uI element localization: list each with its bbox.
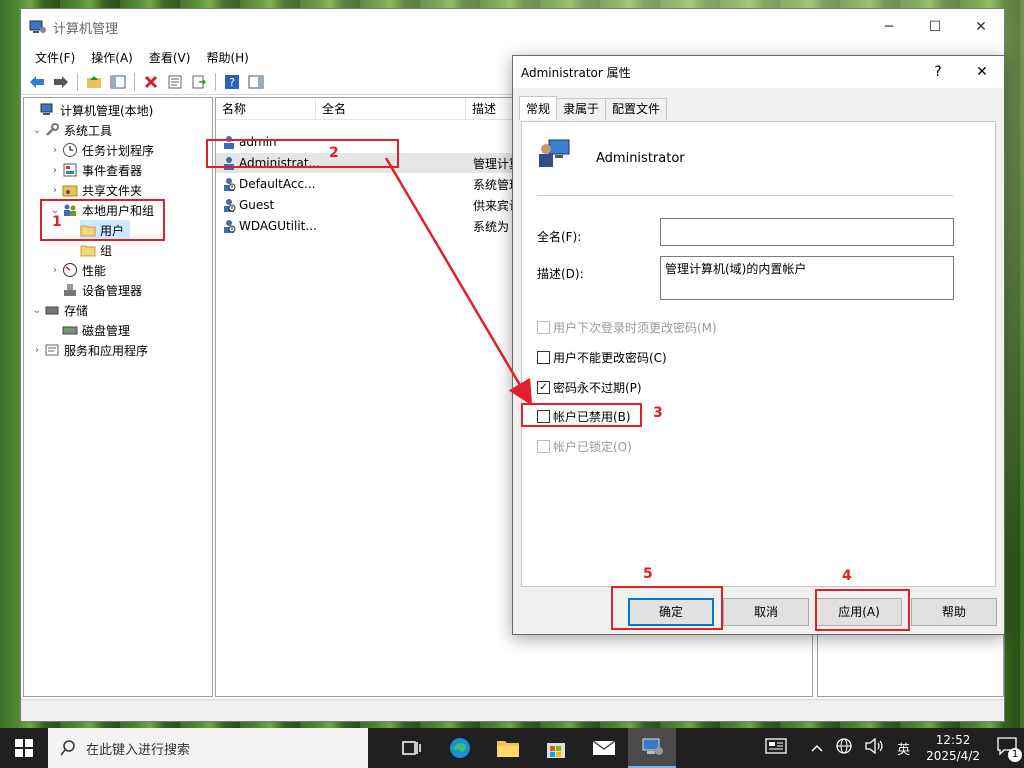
file-explorer-icon [497, 741, 519, 757]
system-tray: 英 12:52 2025/4/2 1 [759, 728, 1024, 768]
notification-center-icon[interactable]: 1 [990, 736, 1024, 762]
clock[interactable]: 12:52 2025/4/2 [916, 732, 990, 764]
task-view-icon [402, 741, 421, 755]
tablet-icon[interactable] [759, 738, 793, 758]
chevron-up-icon[interactable] [793, 741, 829, 756]
computer-management-icon [642, 738, 663, 755]
notification-badge: 1 [1008, 748, 1022, 762]
taskbar-search[interactable]: 在此键入进行搜索 [48, 728, 368, 768]
volume-icon[interactable] [859, 737, 891, 758]
mail-icon [592, 740, 616, 755]
store-icon [547, 743, 565, 758]
edge-icon [450, 738, 470, 758]
start-button[interactable] [0, 728, 48, 768]
clock-date: 2025/4/2 [926, 749, 980, 763]
network-globe-icon[interactable] [829, 737, 859, 759]
taskbar-app-mail[interactable] [580, 728, 628, 768]
windows-logo-icon [15, 739, 33, 757]
taskbar-app-edge[interactable] [436, 728, 484, 768]
search-icon [60, 740, 75, 756]
taskbar-app-file-explorer[interactable] [484, 728, 532, 768]
task-view-button[interactable] [388, 728, 436, 768]
taskbar-app-store[interactable] [532, 728, 580, 768]
taskbar-app-computer-management[interactable] [628, 728, 676, 768]
search-placeholder: 在此键入进行搜索 [86, 742, 191, 758]
taskbar: 在此键入进行搜索 英 12:52 2025/4/2 1 [0, 728, 1024, 768]
annotation-arrow [384, 157, 533, 406]
clock-time: 12:52 [935, 733, 971, 747]
input-method-indicator[interactable]: 英 [891, 739, 916, 758]
